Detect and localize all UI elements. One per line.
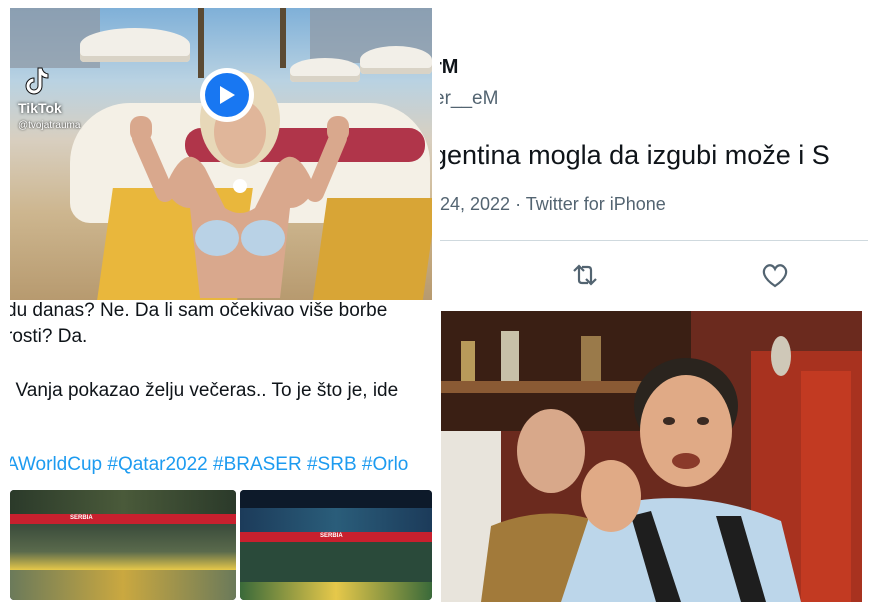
tweet-card-bottom: du danas? Ne. Da li sam očekivao više bo…: [10, 300, 432, 600]
palm-tree: [280, 8, 286, 68]
tweet-card-top: rM er__eM gentina mogla da izgubi može i…: [440, 8, 868, 300]
tweet-handle[interactable]: er__eM: [440, 88, 498, 110]
tiktok-video-thumbnail[interactable]: TikTok @tvojatrauma: [10, 8, 432, 300]
tweet-photo-stadium[interactable]: SERBIA: [10, 490, 236, 600]
film-scene: [441, 311, 862, 602]
tweet-timestamp[interactable]: v 24, 2022 · Twitter for iPhone: [440, 194, 666, 215]
stadium-banner: SERBIA: [70, 515, 93, 521]
tweet-text-line: i Vanja pokazao želju večeras.. To je št…: [10, 380, 399, 401]
tweet-text-line: rosti? Da.: [10, 326, 88, 347]
play-button[interactable]: [200, 68, 254, 122]
play-icon: [220, 86, 235, 104]
like-icon[interactable]: [758, 258, 792, 292]
divider: [440, 240, 868, 241]
retweet-icon[interactable]: [568, 258, 602, 292]
tweet-hashtags[interactable]: AWorldCup #Qatar2022 #BRASER #SRB #Orlo: [10, 454, 408, 476]
tiktok-icon: [25, 67, 49, 95]
tweet-display-name[interactable]: rM: [440, 56, 458, 79]
film-still-photo: [441, 311, 862, 602]
tweet-text-line: du danas? Ne. Da li sam očekivao više bo…: [10, 300, 388, 321]
tweet-photo-stadium[interactable]: SERBIA: [240, 490, 432, 600]
tiktok-logo-text: TikTok: [18, 100, 62, 116]
stadium-banner: SERBIA: [320, 533, 343, 539]
tiktok-username: @tvojatrauma: [18, 120, 81, 131]
tweet-text: gentina mogla da izgubi može i S: [440, 140, 830, 170]
beach-umbrella: [80, 28, 190, 62]
